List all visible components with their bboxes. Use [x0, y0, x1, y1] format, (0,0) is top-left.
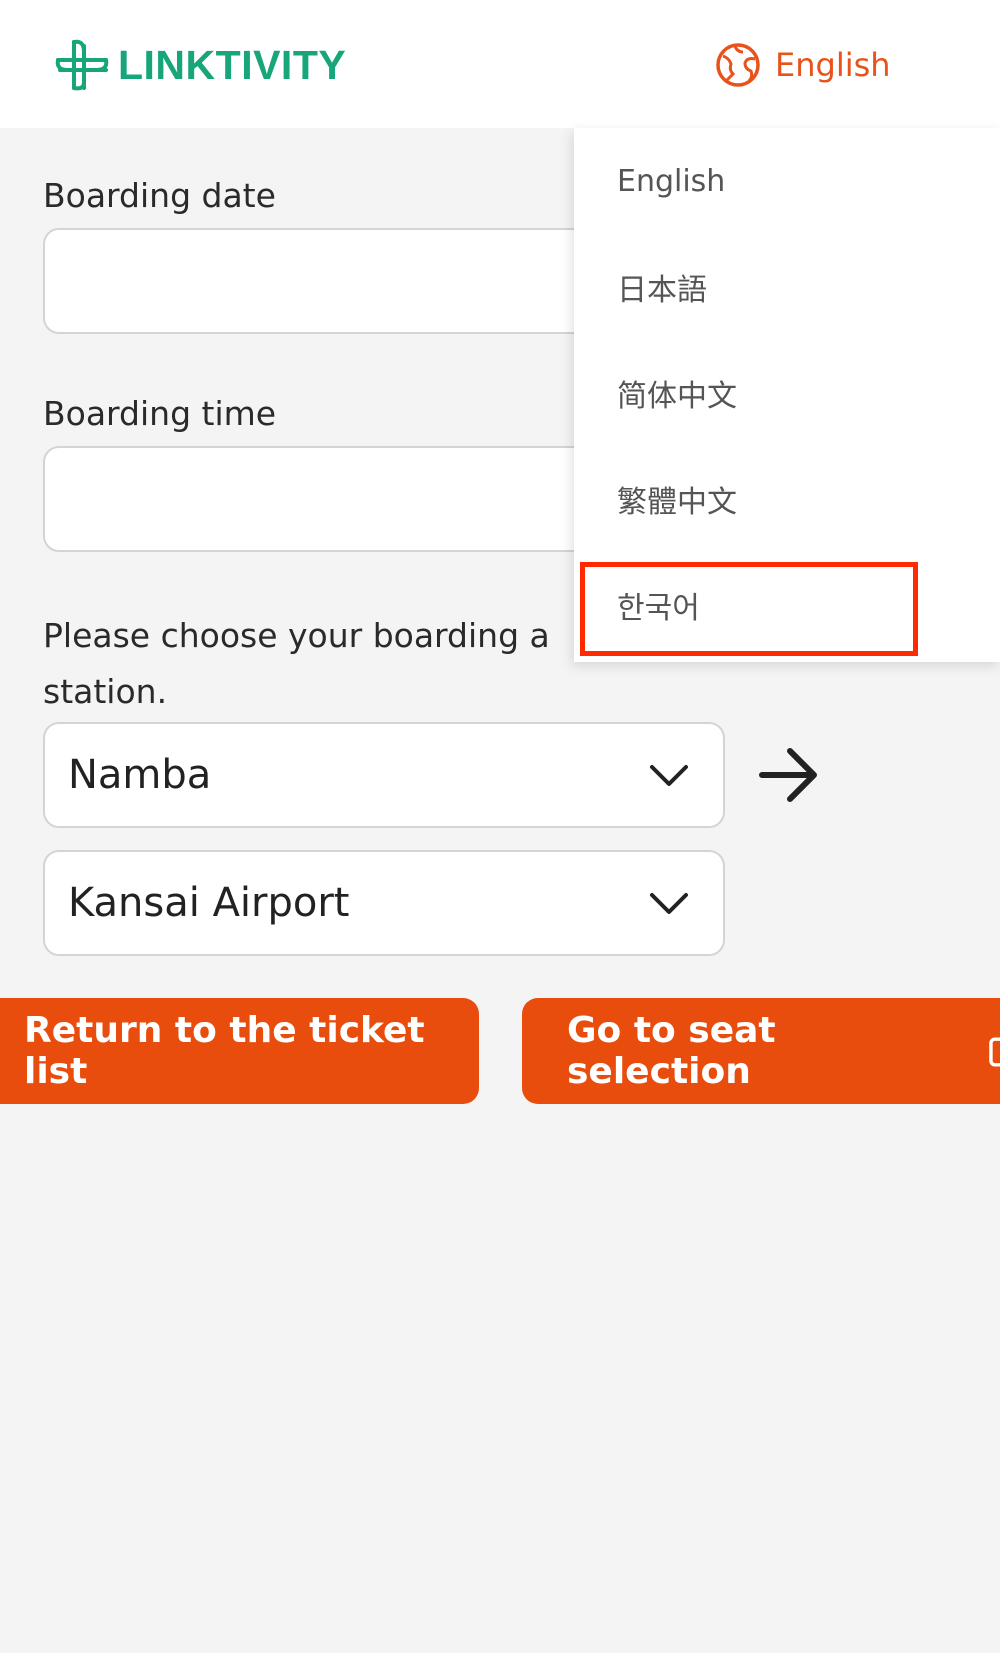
return-to-ticket-list-button[interactable]: Return to the ticket list: [0, 998, 479, 1104]
language-selector-label: English: [775, 46, 891, 84]
language-selector-button[interactable]: English: [715, 42, 891, 88]
linktivity-logo-icon: [55, 39, 109, 91]
language-option-japanese[interactable]: 日本語: [574, 234, 1000, 340]
chevron-down-icon: [650, 893, 688, 914]
boarding-time-label: Boarding time: [43, 394, 277, 433]
language-option-english[interactable]: English: [574, 128, 1000, 234]
station-prompt-line: Please choose your boarding a station.: [43, 616, 550, 711]
globe-icon: [716, 43, 760, 87]
arrival-station-value: Kansai Airport: [68, 880, 350, 926]
language-option-simplified-chinese[interactable]: 简体中文: [574, 340, 1000, 446]
language-dropdown-menu: English 日本語 简体中文 繁體中文 한국어: [574, 128, 1000, 662]
chevron-down-icon: [650, 765, 688, 786]
external-link-icon: [988, 1037, 1000, 1067]
logo-text: LINKTIVITY: [118, 41, 347, 88]
arrow-right-icon[interactable]: [758, 745, 822, 805]
departure-station-value: Namba: [68, 752, 212, 798]
header: LINKTIVITY English: [0, 0, 1000, 128]
go-to-seat-selection-button[interactable]: Go to seat selection: [522, 998, 1000, 1104]
logo[interactable]: LINKTIVITY: [54, 38, 346, 92]
language-option-traditional-chinese[interactable]: 繁體中文: [574, 446, 1000, 552]
return-button-label: Return to the ticket list: [24, 1010, 425, 1092]
seat-button-label: Go to seat selection: [567, 1010, 776, 1092]
boarding-date-label: Boarding date: [43, 176, 276, 215]
departure-station-select[interactable]: Namba: [43, 722, 725, 828]
language-option-korean[interactable]: 한국어: [574, 552, 1000, 658]
arrival-station-select[interactable]: Kansai Airport: [43, 850, 725, 956]
